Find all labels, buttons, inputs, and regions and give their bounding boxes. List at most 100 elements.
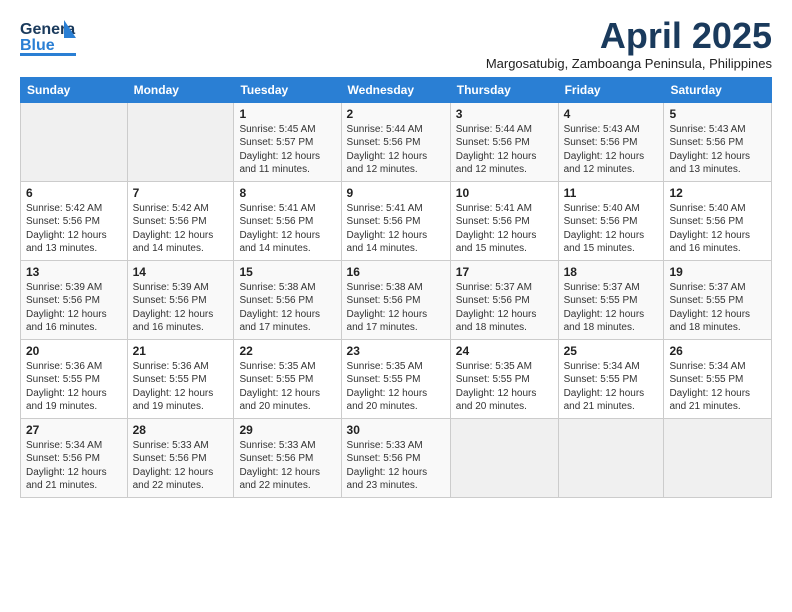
header-tuesday: Tuesday xyxy=(234,77,341,102)
calendar-cell: 9 Sunrise: 5:41 AM Sunset: 5:56 PM Daylig… xyxy=(341,181,450,260)
day-info: Sunrise: 5:45 AM Sunset: 5:57 PM Dayligh… xyxy=(239,123,335,177)
calendar-cell: 26 Sunrise: 5:34 AM Sunset: 5:55 PM Dayli… xyxy=(664,339,772,418)
day-number: 28 xyxy=(133,423,229,437)
calendar-cell: 7 Sunrise: 5:42 AM Sunset: 5:56 PM Daylig… xyxy=(127,181,234,260)
calendar-cell xyxy=(664,418,772,497)
day-number: 23 xyxy=(347,344,445,358)
day-number: 8 xyxy=(239,186,335,200)
calendar-cell: 13 Sunrise: 5:39 AM Sunset: 5:56 PM Dayli… xyxy=(21,260,128,339)
day-info: Sunrise: 5:41 AM Sunset: 5:56 PM Dayligh… xyxy=(239,202,335,256)
header-friday: Friday xyxy=(558,77,664,102)
calendar-cell: 12Sunrise: 5:40 AM Sunset: 5:56 PM Dayli… xyxy=(664,181,772,260)
day-number: 10 xyxy=(456,186,553,200)
day-info: Sunrise: 5:35 AM Sunset: 5:55 PM Dayligh… xyxy=(347,360,445,414)
calendar-cell: 20 Sunrise: 5:36 AM Sunset: 5:55 PM Dayli… xyxy=(21,339,128,418)
calendar-cell xyxy=(21,102,128,181)
day-info: Sunrise: 5:40 AM Sunset: 5:56 PM Dayligh… xyxy=(564,202,659,256)
day-number: 22 xyxy=(239,344,335,358)
day-number: 20 xyxy=(26,344,122,358)
calendar-cell: 18 Sunrise: 5:37 AM Sunset: 5:55 PM Dayli… xyxy=(558,260,664,339)
day-info: Sunrise: 5:37 AM Sunset: 5:56 PM Dayligh… xyxy=(456,281,553,335)
day-info: Sunrise: 5:35 AM Sunset: 5:55 PM Dayligh… xyxy=(456,360,553,414)
day-info: Sunrise: 5:36 AM Sunset: 5:55 PM Dayligh… xyxy=(133,360,229,414)
calendar-cell: 19 Sunrise: 5:37 AM Sunset: 5:55 PM Dayli… xyxy=(664,260,772,339)
day-info: Sunrise: 5:39 AM Sunset: 5:56 PM Dayligh… xyxy=(133,281,229,335)
day-number: 4 xyxy=(564,107,659,121)
calendar-cell: 25Sunrise: 5:34 AM Sunset: 5:55 PM Dayli… xyxy=(558,339,664,418)
calendar-cell: 24 Sunrise: 5:35 AM Sunset: 5:55 PM Dayli… xyxy=(450,339,558,418)
day-info: Sunrise: 5:42 AM Sunset: 5:56 PM Dayligh… xyxy=(133,202,229,256)
logo-icon: General Blue xyxy=(20,16,76,58)
day-number: 11 xyxy=(564,186,659,200)
header-monday: Monday xyxy=(127,77,234,102)
title-block: April 2025 Margosatubig, Zamboanga Penin… xyxy=(486,16,772,71)
day-info: Sunrise: 5:43 AM Sunset: 5:56 PM Dayligh… xyxy=(669,123,766,177)
day-number: 14 xyxy=(133,265,229,279)
header-wednesday: Wednesday xyxy=(341,77,450,102)
calendar-cell: 8 Sunrise: 5:41 AM Sunset: 5:56 PM Daylig… xyxy=(234,181,341,260)
calendar-cell: 17 Sunrise: 5:37 AM Sunset: 5:56 PM Dayli… xyxy=(450,260,558,339)
day-number: 25 xyxy=(564,344,659,358)
calendar-cell: 21 Sunrise: 5:36 AM Sunset: 5:55 PM Dayli… xyxy=(127,339,234,418)
calendar-cell: 14 Sunrise: 5:39 AM Sunset: 5:56 PM Dayli… xyxy=(127,260,234,339)
calendar-cell xyxy=(558,418,664,497)
calendar-cell: 6Sunrise: 5:42 AM Sunset: 5:56 PM Daylig… xyxy=(21,181,128,260)
calendar-week-3: 13 Sunrise: 5:39 AM Sunset: 5:56 PM Dayli… xyxy=(21,260,772,339)
logo: General Blue xyxy=(20,16,80,58)
month-title: April 2025 xyxy=(486,16,772,56)
calendar-cell: 28 Sunrise: 5:33 AM Sunset: 5:56 PM Dayli… xyxy=(127,418,234,497)
day-info: Sunrise: 5:44 AM Sunset: 5:56 PM Dayligh… xyxy=(456,123,553,177)
day-number: 26 xyxy=(669,344,766,358)
day-number: 13 xyxy=(26,265,122,279)
day-number: 19 xyxy=(669,265,766,279)
day-number: 29 xyxy=(239,423,335,437)
day-number: 9 xyxy=(347,186,445,200)
calendar-cell: 1 Sunrise: 5:45 AM Sunset: 5:57 PM Daylig… xyxy=(234,102,341,181)
calendar-cell: 3 Sunrise: 5:44 AM Sunset: 5:56 PM Daylig… xyxy=(450,102,558,181)
day-number: 17 xyxy=(456,265,553,279)
day-info: Sunrise: 5:41 AM Sunset: 5:56 PM Dayligh… xyxy=(347,202,445,256)
day-number: 27 xyxy=(26,423,122,437)
day-info: Sunrise: 5:38 AM Sunset: 5:56 PM Dayligh… xyxy=(347,281,445,335)
calendar-cell: 30 Sunrise: 5:33 AM Sunset: 5:56 PM Dayli… xyxy=(341,418,450,497)
day-number: 24 xyxy=(456,344,553,358)
day-number: 5 xyxy=(669,107,766,121)
day-number: 1 xyxy=(239,107,335,121)
day-info: Sunrise: 5:44 AM Sunset: 5:56 PM Dayligh… xyxy=(347,123,445,177)
calendar-week-1: 1 Sunrise: 5:45 AM Sunset: 5:57 PM Daylig… xyxy=(21,102,772,181)
calendar-cell: 23 Sunrise: 5:35 AM Sunset: 5:55 PM Dayli… xyxy=(341,339,450,418)
day-info: Sunrise: 5:39 AM Sunset: 5:56 PM Dayligh… xyxy=(26,281,122,335)
day-info: Sunrise: 5:33 AM Sunset: 5:56 PM Dayligh… xyxy=(347,439,445,493)
calendar-cell: 15Sunrise: 5:38 AM Sunset: 5:56 PM Dayli… xyxy=(234,260,341,339)
calendar-cell: 27Sunrise: 5:34 AM Sunset: 5:56 PM Dayli… xyxy=(21,418,128,497)
svg-text:Blue: Blue xyxy=(20,37,55,54)
page: General Blue April 2025 Margosatubig, Za… xyxy=(0,0,792,508)
calendar-header-row: Sunday Monday Tuesday Wednesday Thursday… xyxy=(21,77,772,102)
header-saturday: Saturday xyxy=(664,77,772,102)
day-number: 18 xyxy=(564,265,659,279)
calendar-week-4: 20 Sunrise: 5:36 AM Sunset: 5:55 PM Dayli… xyxy=(21,339,772,418)
day-info: Sunrise: 5:41 AM Sunset: 5:56 PM Dayligh… xyxy=(456,202,553,256)
day-info: Sunrise: 5:33 AM Sunset: 5:56 PM Dayligh… xyxy=(239,439,335,493)
calendar-cell xyxy=(127,102,234,181)
day-number: 3 xyxy=(456,107,553,121)
day-info: Sunrise: 5:37 AM Sunset: 5:55 PM Dayligh… xyxy=(564,281,659,335)
calendar-week-5: 27Sunrise: 5:34 AM Sunset: 5:56 PM Dayli… xyxy=(21,418,772,497)
day-info: Sunrise: 5:36 AM Sunset: 5:55 PM Dayligh… xyxy=(26,360,122,414)
day-number: 16 xyxy=(347,265,445,279)
day-info: Sunrise: 5:40 AM Sunset: 5:56 PM Dayligh… xyxy=(669,202,766,256)
day-info: Sunrise: 5:34 AM Sunset: 5:55 PM Dayligh… xyxy=(669,360,766,414)
calendar-week-2: 6 Sunrise: 5:42 AM Sunset: 5:56 PM Daylig… xyxy=(21,181,772,260)
header: General Blue April 2025 Margosatubig, Za… xyxy=(20,16,772,71)
day-info: Sunrise: 5:37 AM Sunset: 5:55 PM Dayligh… xyxy=(669,281,766,335)
calendar-cell: 5 Sunrise: 5:43 AM Sunset: 5:56 PM Daylig… xyxy=(664,102,772,181)
calendar-cell: 10 Sunrise: 5:41 AM Sunset: 5:56 PM Dayli… xyxy=(450,181,558,260)
day-number: 7 xyxy=(133,186,229,200)
day-info: Sunrise: 5:33 AM Sunset: 5:56 PM Dayligh… xyxy=(133,439,229,493)
calendar-cell: 16 Sunrise: 5:38 AM Sunset: 5:56 PM Dayli… xyxy=(341,260,450,339)
calendar: Sunday Monday Tuesday Wednesday Thursday… xyxy=(20,77,772,498)
day-number: 6 xyxy=(26,186,122,200)
day-number: 30 xyxy=(347,423,445,437)
day-number: 21 xyxy=(133,344,229,358)
day-number: 2 xyxy=(347,107,445,121)
